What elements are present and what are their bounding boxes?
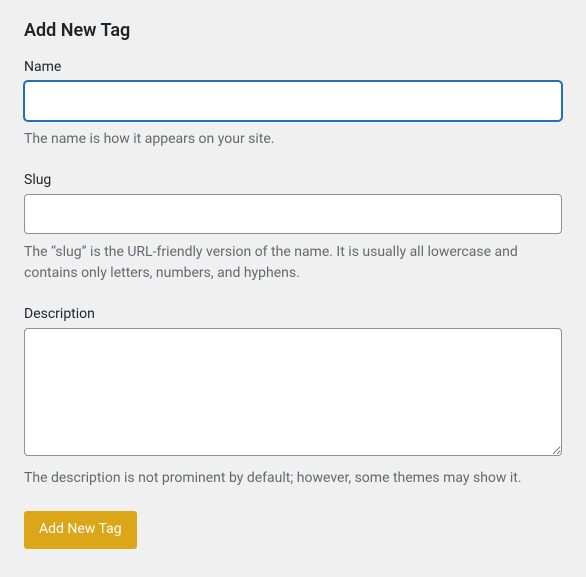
page-title: Add New Tag	[24, 20, 562, 41]
name-description: The name is how it appears on your site.	[24, 129, 562, 150]
form-field-name: Name The name is how it appears on your …	[24, 59, 562, 150]
description-description: The description is not prominent by defa…	[24, 468, 562, 489]
add-new-tag-button[interactable]: Add New Tag	[24, 511, 137, 549]
form-field-slug: Slug The “slug” is the URL-friendly vers…	[24, 172, 562, 284]
name-label: Name	[24, 59, 562, 75]
form-field-description: Description The description is not promi…	[24, 306, 562, 489]
slug-label: Slug	[24, 172, 562, 188]
description-textarea[interactable]	[24, 328, 562, 456]
name-input[interactable]	[24, 81, 562, 121]
description-label: Description	[24, 306, 562, 322]
slug-description: The “slug” is the URL-friendly version o…	[24, 242, 562, 284]
slug-input[interactable]	[24, 194, 562, 234]
